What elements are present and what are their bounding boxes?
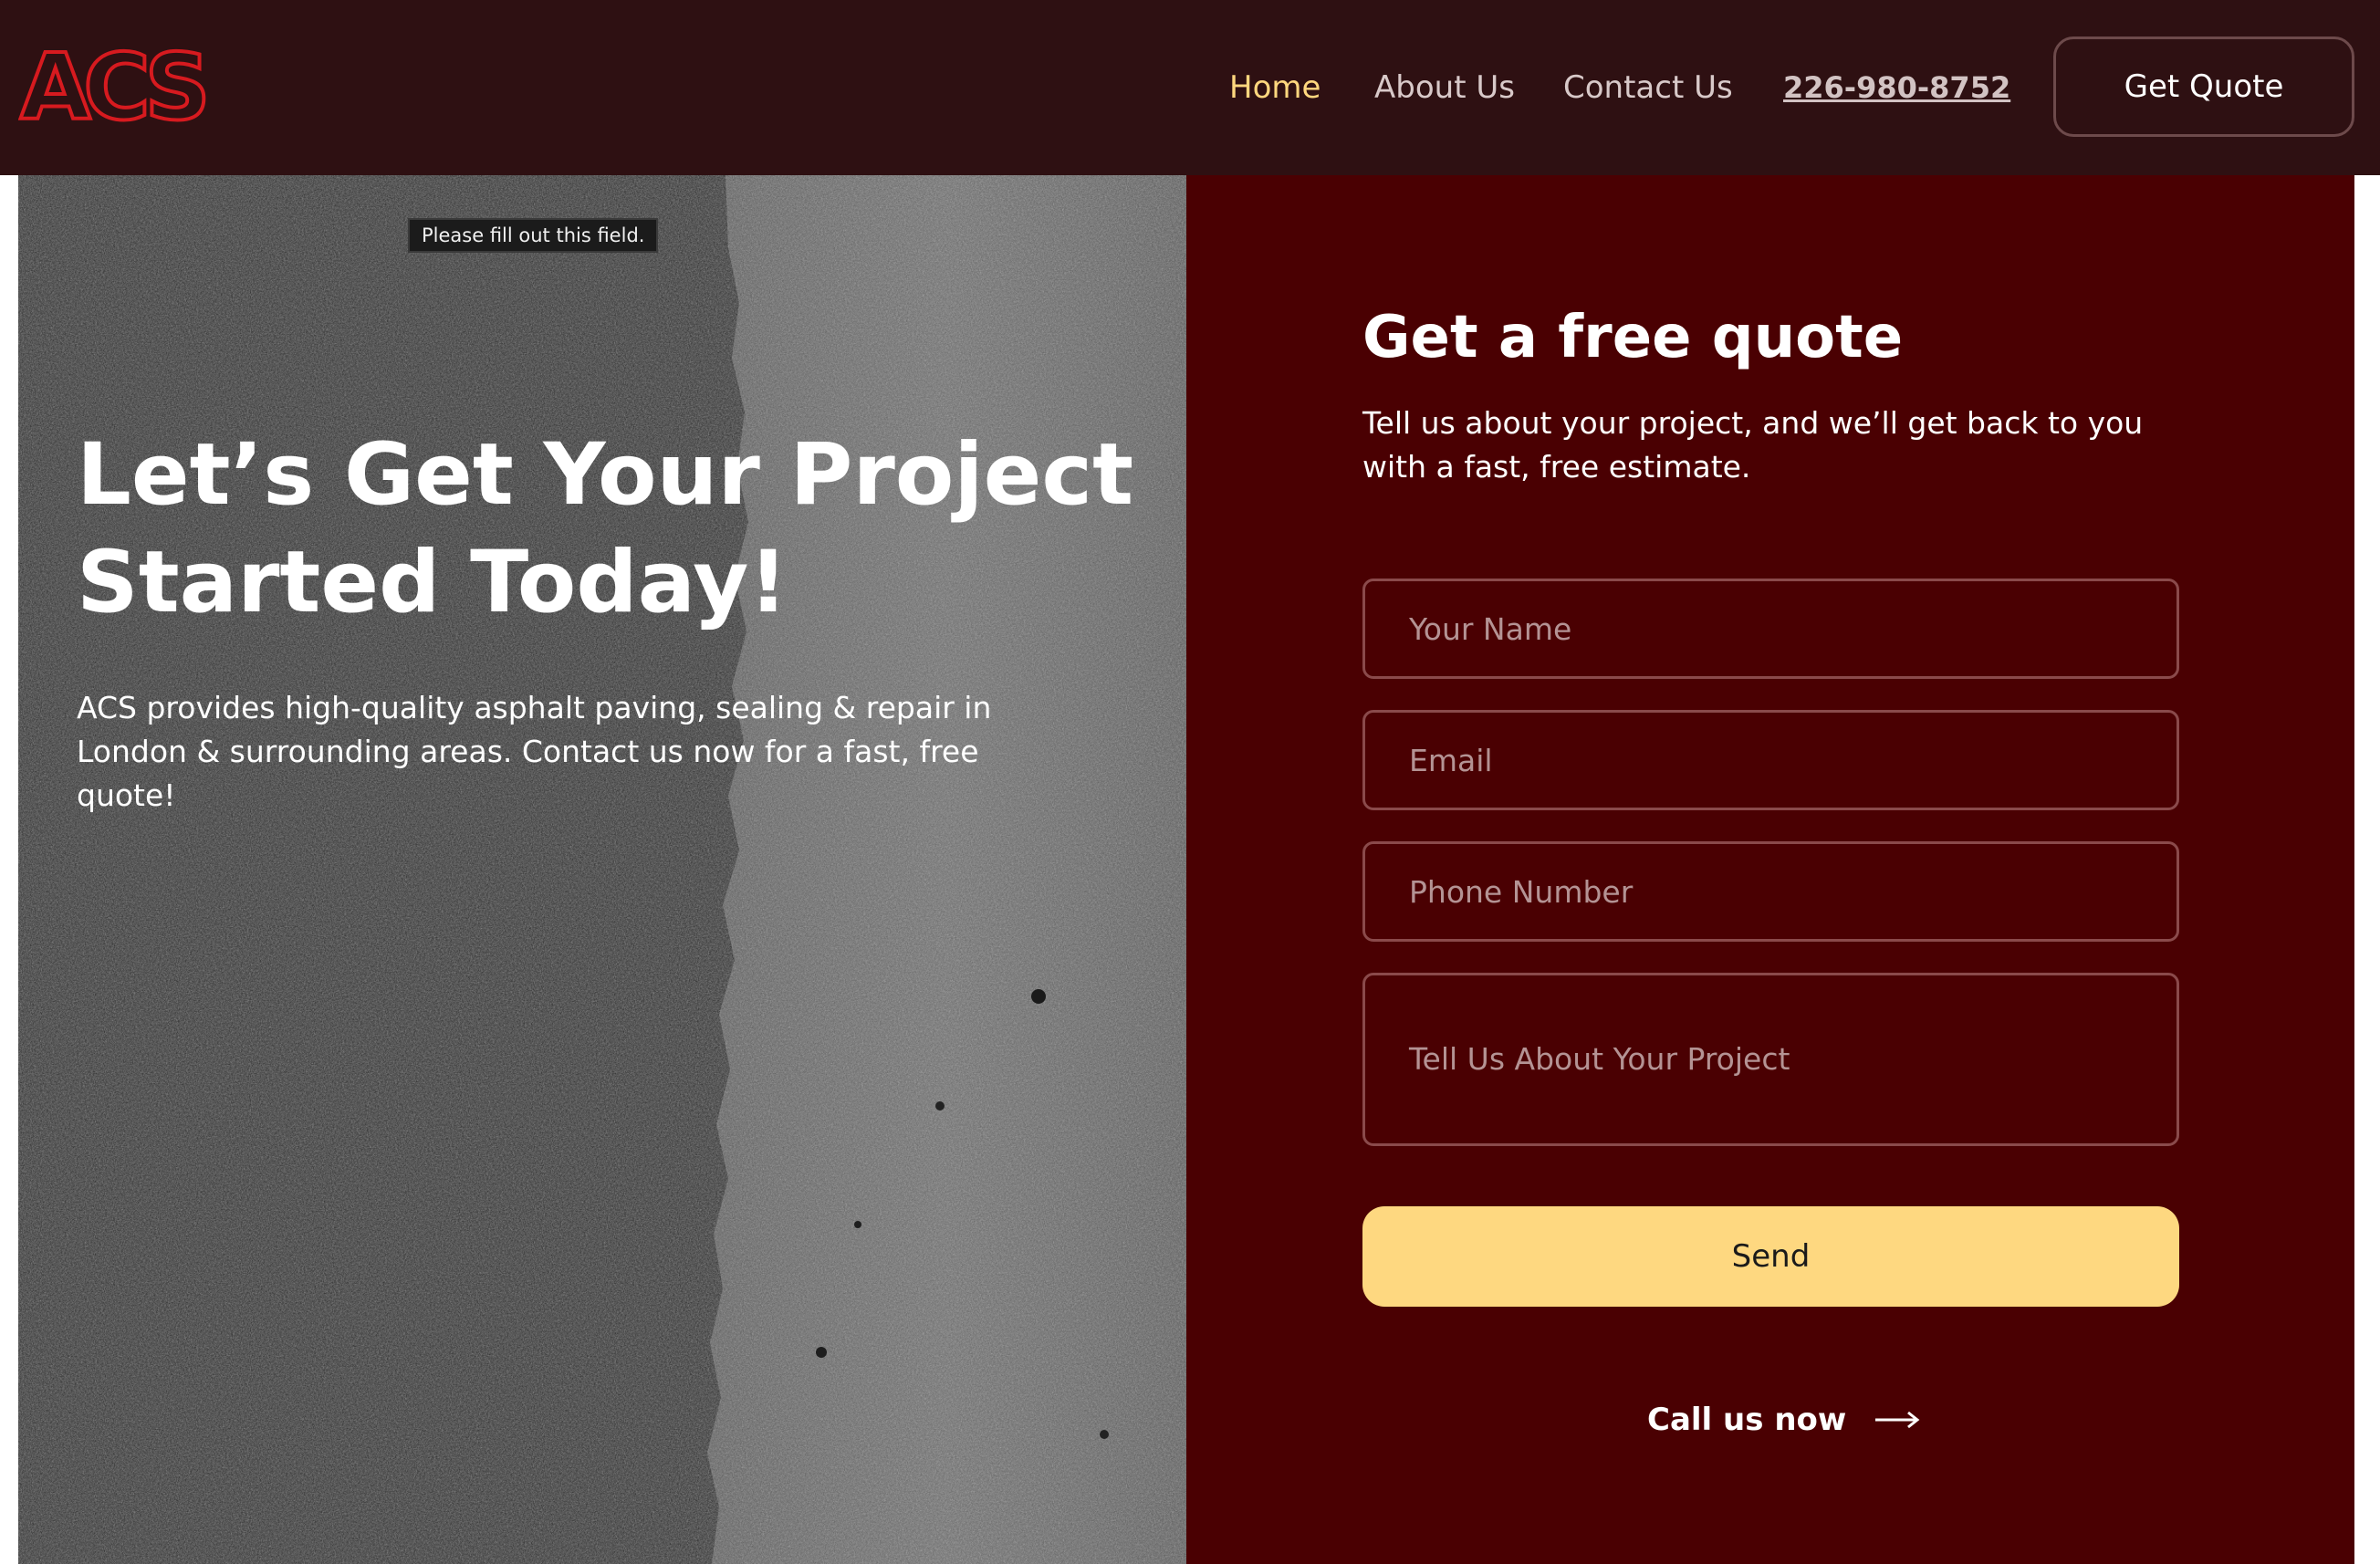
send-button[interactable]: Send (1362, 1206, 2179, 1307)
asphalt-background-image (18, 175, 1186, 1564)
call-us-now-label: Call us now (1647, 1402, 1847, 1438)
email-input[interactable] (1362, 710, 2179, 810)
hero-description: ACS provides high-quality asphalt paving… (77, 690, 992, 813)
form-title: Get a free quote (1362, 304, 1904, 371)
form-subtitle: Tell us about your project, and we’ll ge… (1362, 405, 2144, 485)
call-us-now-link[interactable]: Call us now (1647, 1398, 1921, 1442)
header-phone-link[interactable]: 226-980-8752 (1783, 66, 2010, 109)
svg-text:ACS: ACS (20, 35, 204, 135)
nav-about-link[interactable]: About Us (1374, 66, 1515, 109)
hero-section: Please fill out this field. Let’s Get Yo… (18, 175, 1186, 1564)
hero-title: Let’s Get Your Project Started Today! (77, 425, 1134, 632)
nav-home-link[interactable]: Home (1229, 66, 1320, 109)
logo-mark: ACS (18, 32, 214, 142)
nav-contact-link[interactable]: Contact Us (1563, 66, 1733, 109)
acs-logo[interactable]: ACS (18, 32, 219, 142)
site-header: ACS Home About Us Contact Us 226-980-875… (0, 0, 2380, 175)
validation-tooltip: Please fill out this field. (408, 218, 659, 253)
quote-form-panel: Get a free quote Tell us about your proj… (1186, 175, 2354, 1564)
project-textarea[interactable] (1362, 973, 2179, 1146)
phone-input[interactable] (1362, 841, 2179, 942)
get-quote-button[interactable]: Get Quote (2053, 36, 2354, 137)
arrow-right-icon (1875, 1411, 1920, 1429)
name-input[interactable] (1362, 579, 2179, 679)
